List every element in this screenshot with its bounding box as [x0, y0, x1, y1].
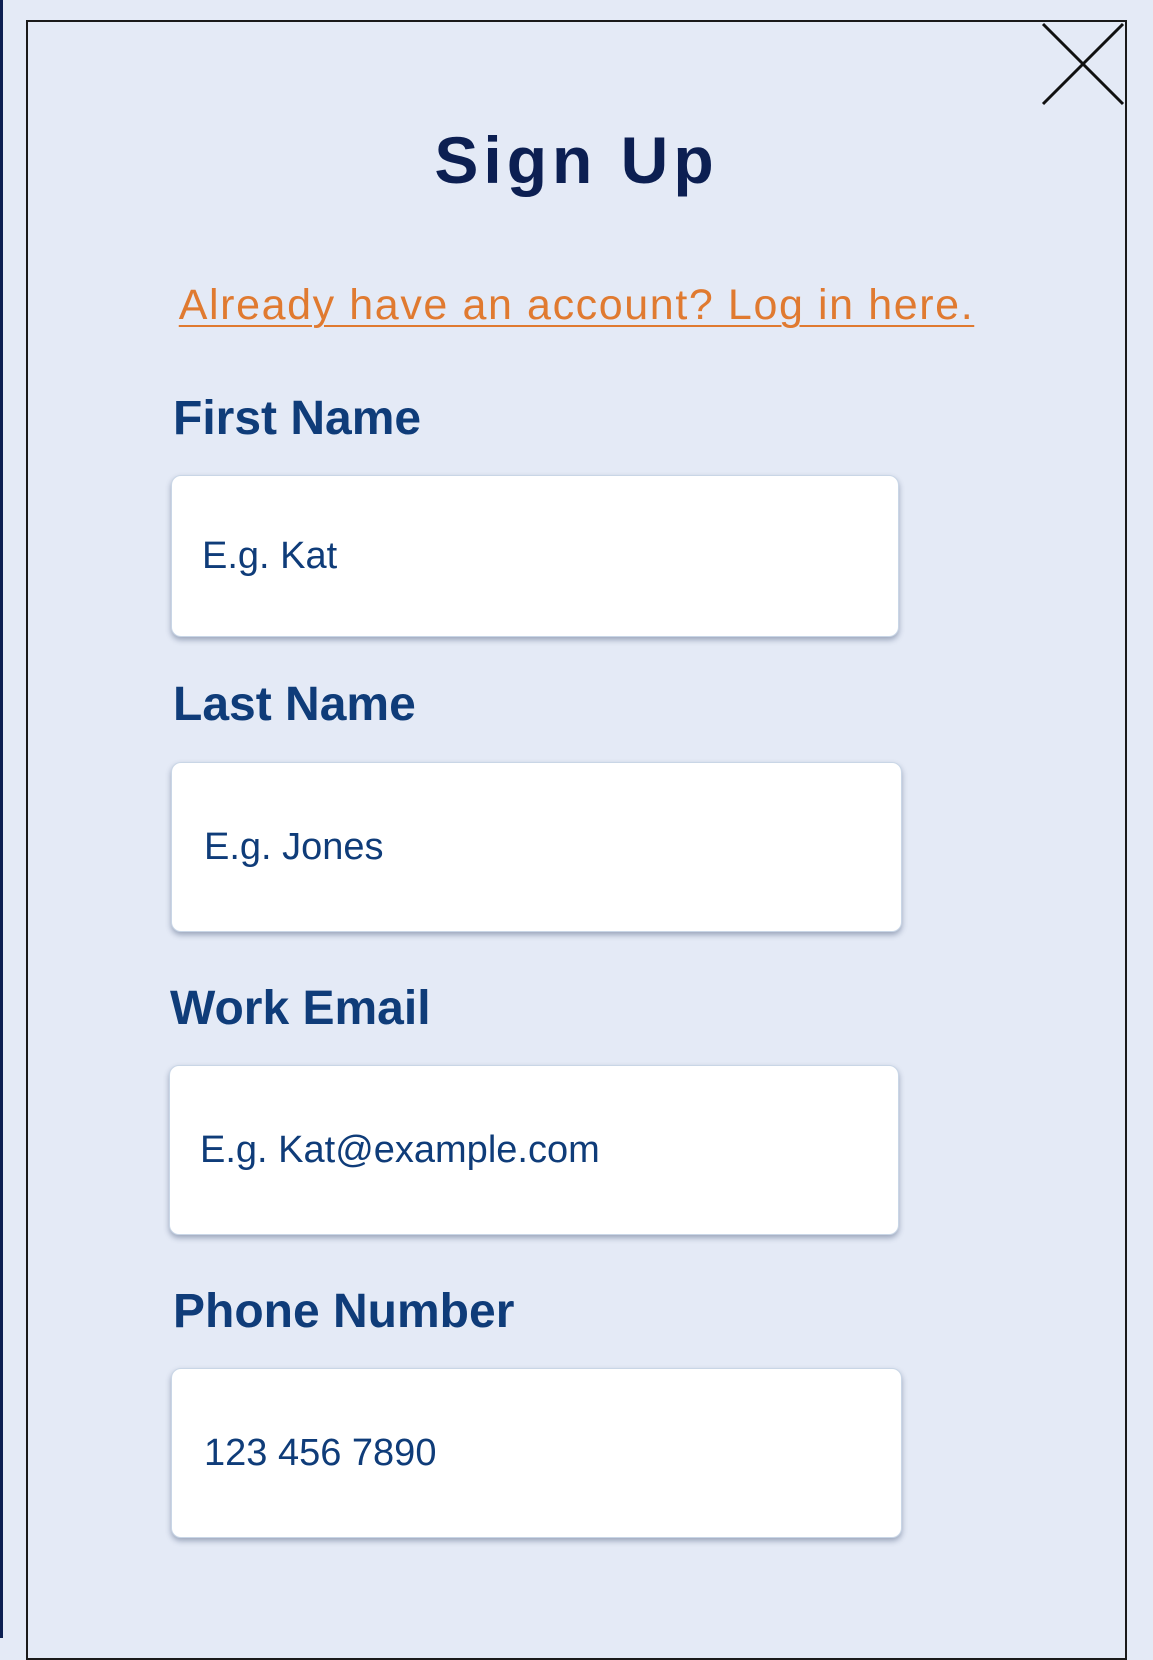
page-title: Sign Up [434, 123, 719, 197]
last-name-label: Last Name [173, 678, 416, 731]
login-link[interactable]: Already have an account? Log in here. [28, 280, 1125, 332]
work-email-field[interactable] [169, 1065, 899, 1235]
last-name-field[interactable] [171, 762, 902, 932]
first-name-field[interactable] [171, 475, 899, 637]
signup-modal: Sign Up Already have an account? Log in … [26, 20, 1127, 1660]
close-icon [1041, 22, 1125, 106]
page-left-edge [0, 0, 3, 1638]
work-email-label: Work Email [170, 982, 431, 1035]
first-name-label: First Name [173, 392, 422, 445]
phone-number-field[interactable] [171, 1368, 902, 1538]
phone-number-label: Phone Number [173, 1285, 515, 1338]
close-button[interactable] [1039, 20, 1127, 108]
